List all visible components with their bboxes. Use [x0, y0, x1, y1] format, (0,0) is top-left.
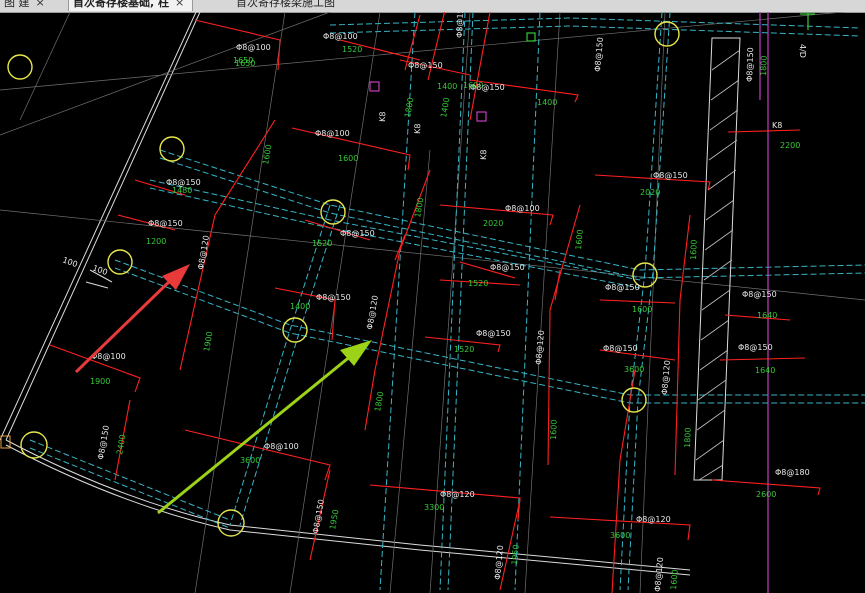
spacing-label: Φ8@150	[316, 293, 351, 302]
close-icon[interactable]: ×	[36, 0, 45, 9]
tag-label: K8	[413, 123, 422, 134]
length-label: 1480	[172, 186, 192, 195]
length-label: 1950	[328, 509, 340, 531]
spacing-label: Φ8@150	[738, 343, 773, 352]
length-label: 2020	[640, 188, 660, 197]
length-label: 3600	[610, 531, 630, 540]
length-label: 1900	[90, 377, 110, 386]
length-label: 1400	[437, 82, 457, 91]
spacing-label: Φ8@150	[408, 61, 443, 70]
length-label: 1600	[689, 239, 699, 260]
dim-label: 100	[61, 255, 78, 269]
spacing-label: Φ8@150	[311, 499, 326, 535]
spacing-label: Φ8@100	[315, 129, 350, 138]
length-label: 1600	[463, 81, 483, 90]
tab-label: 图 建	[4, 0, 30, 9]
length-label: 1650	[235, 59, 255, 68]
spacing-label: Φ8@100	[323, 32, 358, 41]
spacing-label: Φ8@150	[603, 344, 638, 353]
length-label: 1800	[373, 391, 385, 413]
length-label: 1400	[439, 97, 451, 119]
tab-architecture[interactable]: 图 建 ×	[0, 0, 53, 11]
length-label: 1900	[202, 331, 214, 353]
length-label: 1800	[403, 97, 415, 119]
length-label: 1520	[342, 45, 362, 54]
red-arrow	[74, 264, 190, 374]
length-label: 2400	[115, 434, 127, 456]
length-label: 1600	[632, 305, 652, 314]
spacing-label: Φ8@150	[653, 171, 688, 180]
spacing-label: Φ8@150	[455, 12, 465, 38]
length-label: 1520	[468, 279, 488, 288]
spacing-label: Φ8@120	[636, 515, 671, 524]
spacing-label: Φ8@120	[653, 557, 665, 592]
tab-beam-drawing[interactable]: 首次寄存楼梁施工图	[232, 0, 343, 11]
tab-label: 首次寄存楼基础, 柱	[73, 0, 170, 9]
spacing-label: Φ8@100	[505, 204, 540, 213]
spacing-label: Φ8@180	[775, 468, 810, 477]
length-label: 1520	[454, 345, 474, 354]
spacing-label: Φ8@120	[365, 295, 380, 331]
cad-drawing-canvas[interactable]: Φ8@100 Φ8@100 Φ8@150 Φ8@150 Φ8@100 Φ8@15…	[0, 12, 865, 593]
cross-marker-icon	[526, 12, 815, 42]
length-label: 1600	[669, 569, 680, 590]
hatched-wall	[693, 37, 741, 481]
spacing-label: Φ8@100	[236, 43, 271, 52]
length-label: 2600	[756, 490, 776, 499]
spacing-label: Φ8@150	[96, 425, 111, 461]
tab-label: 首次寄存楼梁施工图	[236, 0, 335, 9]
length-label: 1520	[312, 239, 332, 248]
length-label: 1800	[413, 197, 425, 219]
length-label: 3600	[624, 365, 644, 374]
tag-label: K8	[772, 121, 782, 130]
spacing-label: Φ8@150	[742, 290, 777, 299]
length-label: 1800	[759, 55, 769, 76]
side-text: 4/D	[798, 44, 807, 58]
tab-foundation-columns[interactable]: 首次寄存楼基础, 柱 ×	[68, 0, 194, 11]
axis-circles	[7, 21, 680, 537]
length-label: 1600	[338, 154, 358, 163]
length-label: 1600	[574, 229, 585, 250]
spacing-label: Φ8@120	[534, 330, 546, 365]
tag-label: K8	[378, 111, 387, 122]
length-label: 1200	[146, 237, 166, 246]
length-label: 3300	[424, 503, 444, 512]
length-label: 1400	[537, 98, 557, 107]
green-arrow	[157, 340, 372, 515]
length-label: 1640	[757, 311, 777, 320]
spacing-label: Φ8@150	[605, 283, 640, 292]
length-label: 2020	[483, 219, 503, 228]
tag-label: K8	[479, 149, 488, 160]
length-label: 1640	[755, 366, 775, 375]
spacing-label: Φ8@150	[148, 219, 183, 228]
close-icon[interactable]: ×	[175, 0, 184, 9]
spacing-label: Φ8@120	[196, 235, 211, 271]
spacing-label: Φ8@150	[490, 263, 525, 272]
length-dimensions: 1520 1650 1400 1400 1600 2200 1600 1480 …	[90, 45, 800, 590]
length-label: 1600	[261, 144, 273, 166]
spacing-label: Φ8@150	[593, 37, 605, 72]
spacing-label: Φ8@100	[264, 442, 299, 451]
length-label: 1950	[510, 544, 521, 565]
length-label: 1400	[290, 302, 310, 311]
length-label: 1800	[683, 427, 693, 448]
spacing-label: Φ8@150	[745, 47, 755, 82]
spacing-label: Φ8@120	[440, 490, 475, 499]
spacing-label: Φ8@150	[476, 329, 511, 338]
spacing-label: Φ8@150	[340, 229, 375, 238]
length-label: 3600	[240, 456, 260, 465]
spacing-label: Φ8@120	[660, 360, 672, 395]
length-label: 1600	[549, 419, 559, 440]
length-label: 2200	[780, 141, 800, 150]
